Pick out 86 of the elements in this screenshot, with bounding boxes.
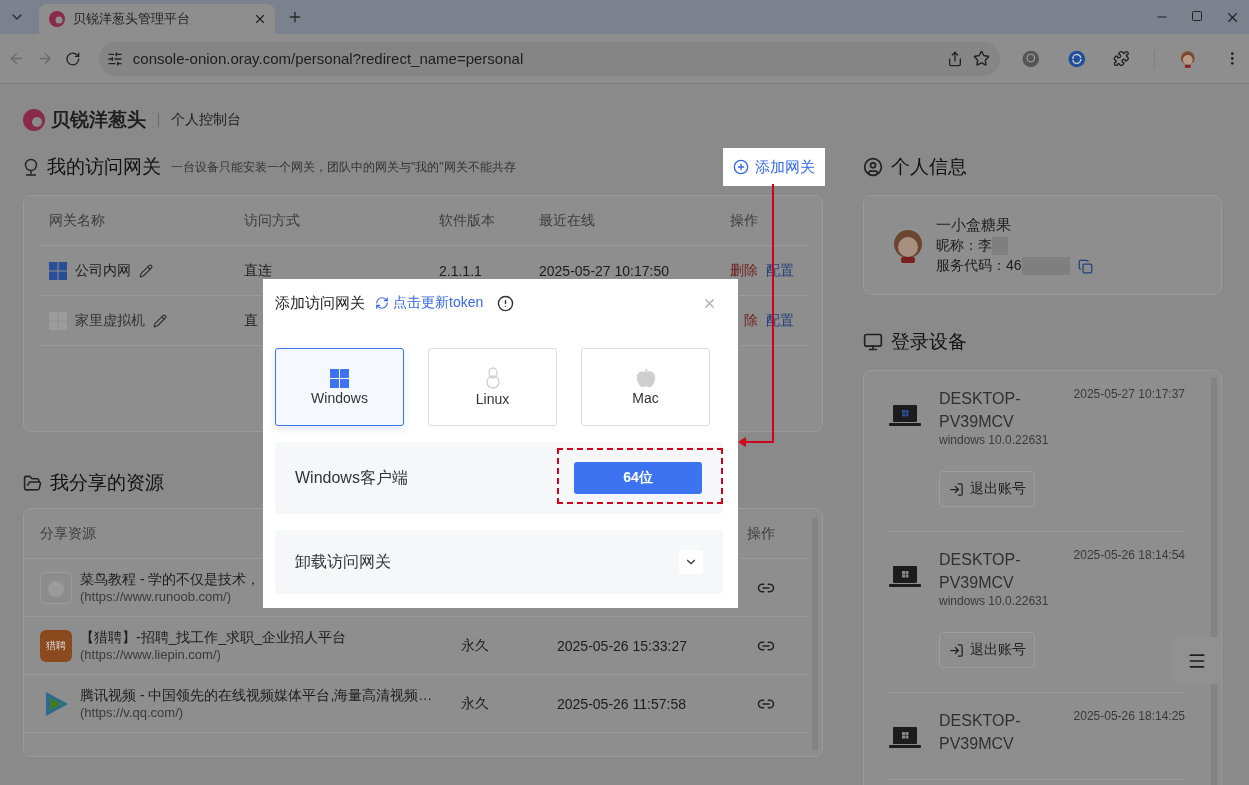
table-cell: 直 [244,311,258,330]
monitor-icon [863,332,883,352]
table-cell: 永久 [461,694,489,713]
info-icon[interactable] [497,294,515,312]
gateway-name: 公司内网 [75,261,131,280]
table-cell: 直连 [244,261,272,280]
section-title: 我分享的资源 [50,471,164,495]
resource-url: (https://v.qq.com/) [80,705,185,720]
section-title: 个人信息 [891,155,967,179]
column-header: 访问方式 [244,211,300,230]
plus-icon [287,9,303,25]
expand-button[interactable] [679,550,703,574]
gateway-name: 家里虚拟机 [75,311,145,330]
device-os: windows 10.0.22631 [939,433,1050,447]
onion-logo-icon [49,11,65,27]
close-tab-icon[interactable] [253,12,267,26]
column-header: 网关名称 [49,211,105,230]
section-title: 我的访问网关 [47,155,161,179]
login-time: 2025-05-26 18:14:25 [1073,709,1185,725]
copy-icon[interactable] [1077,258,1093,274]
device-name: DESKTOP-PV39MCV [939,389,1022,432]
edit-icon[interactable] [153,313,167,328]
column-header: 操作 [747,524,775,543]
maximize-icon[interactable] [1191,9,1203,22]
logout-button[interactable]: 退出账号 [939,632,1035,668]
column-header: 最近在线 [539,211,595,230]
resource-title: 【猎聘】-招聘_找工作_求职_企业招人平台 [80,629,347,647]
section-hint: 一台设备只能安装一个网关，团队中的网关与"我的"网关不能共存 [171,158,516,176]
refresh-icon [375,296,389,310]
browser-tab[interactable]: 贝锐洋葱头管理平台 [39,4,275,34]
address-bar[interactable]: console-onion.oray.com/personal?redirect_name=personal [98,41,1001,76]
add-gateway-button[interactable]: 添加网关 [723,148,825,186]
console-title: 个人控制台 [171,111,241,129]
logout-icon [948,481,964,497]
device-name: DESKTOP-PV39MCV [939,550,1022,593]
logout-button[interactable]: 退出账号 [939,471,1035,507]
download-button[interactable]: 64位 [574,462,702,494]
user-icon [863,157,883,177]
table-cell: 2025-05-27 10:17:50 [539,262,669,279]
login-time: 2025-05-26 18:14:54 [1073,548,1185,564]
client-label: Windows客户端 [295,467,408,488]
sync-extension-icon[interactable] [1067,49,1086,68]
device-name: DESKTOP-PV39MCV [939,711,1022,754]
dialog-title: 添加访问网关 [275,293,365,313]
edit-icon[interactable] [139,263,153,278]
login-time: 2025-05-27 10:17:37 [1073,387,1185,403]
site-settings-icon[interactable] [106,50,123,67]
refresh-token-link[interactable]: 点击更新token [375,294,484,312]
onion-logo-icon [23,109,45,131]
gateway-pin-icon [23,158,39,176]
resource-url: (https://www.runoob.com/) [80,589,232,604]
table-cell: 2025-05-26 15:33:27 [557,637,687,654]
service-code: 服务代码：46 [936,257,1022,275]
table-cell: 2.1.1.1 [439,262,482,279]
site-logo-icon: 猎聘 [40,629,72,662]
platform-tab[interactable]: Mac [581,348,710,426]
column-header: 分享资源 [40,524,96,543]
table-cell: 永久 [461,636,489,655]
column-header: 软件版本 [439,211,495,230]
uninstall-label: 卸载访问网关 [295,551,391,572]
apple-logo-icon [635,368,656,388]
resource-url: (https://www.liepin.com/) [80,647,222,662]
windows-logo-icon [49,261,67,280]
bookmark-star-icon[interactable] [973,50,991,67]
column-header: 操作 [730,211,758,230]
logout-icon [948,642,964,658]
platform-tab[interactable]: Linux [428,348,557,426]
nickname: 昵称：李 [936,237,992,255]
windows-logo-icon [330,368,349,388]
table-cell: 2025-05-26 11:57:58 [557,695,686,712]
platform-tab[interactable]: Windows [275,348,404,426]
reload-icon[interactable] [65,50,81,67]
add-circle-icon [733,159,749,175]
profile-avatar-icon[interactable] [1178,49,1197,68]
delete-link[interactable]: 删除 [730,261,758,280]
share-icon[interactable] [947,50,964,67]
tab-title: 贝锐洋葱头管理平台 [73,10,191,28]
url-text: console-onion.oray.com/personal?redirect_name=personal [132,50,525,67]
section-title: 登录设备 [891,330,967,354]
user-name: 一小盒糖果 [936,216,1012,235]
extensions-icon[interactable] [1113,50,1130,67]
resource-title: 腾讯视频 - 中国领先的在线视频媒体平台,海量高清视频… [80,687,433,705]
resource-title: 菜鸟教程 - 学的不仅是技术， [80,571,261,589]
device-os: windows 10.0.22631 [939,594,1050,608]
brand-name: 贝锐洋葱头 [51,108,146,132]
folder-icon [23,473,42,493]
